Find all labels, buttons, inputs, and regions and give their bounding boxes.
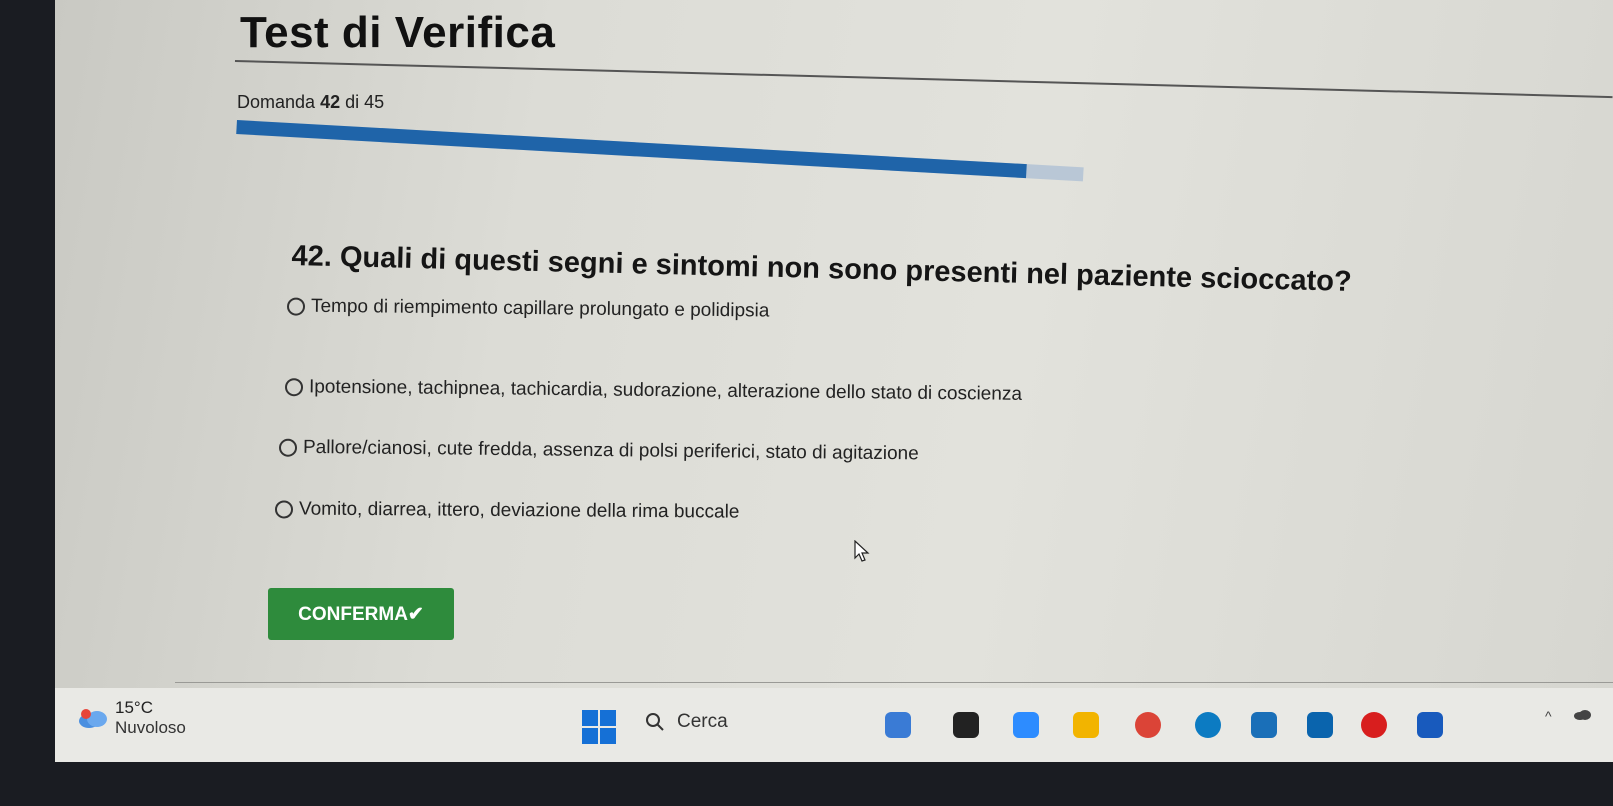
answer-option-2[interactable]: Ipotensione, tachipnea, tachicardia, sud… bbox=[284, 376, 1023, 406]
answer-option-4[interactable]: Vomito, diarrea, ittero, deviazione dell… bbox=[274, 498, 740, 523]
answer-option-label: Ipotensione, tachipnea, tachicardia, sud… bbox=[308, 376, 1023, 405]
screen: Test di Verifica Domanda 42 di 45 42. Qu… bbox=[55, 0, 1613, 762]
question-counter: Domanda 42 di 45 bbox=[237, 92, 384, 113]
weather-widget[interactable]: 15°C Nuvoloso bbox=[77, 698, 186, 738]
question-text: 42. Quali di questi segni e sintomi non … bbox=[291, 240, 1353, 298]
header-divider bbox=[234, 60, 1613, 99]
counter-total: 45 bbox=[364, 92, 385, 112]
radio-button[interactable] bbox=[286, 297, 306, 316]
answer-option-label: Tempo di riempimento capillare prolungat… bbox=[310, 295, 770, 322]
acrobat-icon[interactable] bbox=[1361, 712, 1387, 738]
taskbar: 15°C Nuvoloso Cerca ^ bbox=[55, 688, 1613, 762]
word-icon[interactable] bbox=[1417, 712, 1443, 738]
weather-condition: Nuvoloso bbox=[115, 718, 186, 737]
chrome-icon[interactable] bbox=[1135, 712, 1161, 738]
counter-prefix: Domanda bbox=[237, 92, 316, 112]
taskbar-search-box[interactable]: Cerca bbox=[633, 704, 865, 740]
counter-current: 42 bbox=[320, 92, 341, 112]
file-explorer-icon[interactable] bbox=[1073, 712, 1099, 738]
answer-option-label: Pallore/cianosi, cute fredda, assenza di… bbox=[302, 436, 919, 465]
answer-option-label: Vomito, diarrea, ittero, deviazione dell… bbox=[298, 498, 740, 523]
radio-button[interactable] bbox=[274, 500, 294, 519]
outlook-icon[interactable] bbox=[1307, 712, 1333, 738]
copilot-icon[interactable] bbox=[885, 712, 911, 738]
counter-middle: di bbox=[345, 92, 360, 112]
zoom-icon[interactable] bbox=[1013, 712, 1039, 738]
confirm-button[interactable]: CONFERMA✔ bbox=[268, 588, 454, 640]
answer-option-3[interactable]: Pallore/cianosi, cute fredda, assenza di… bbox=[278, 436, 919, 466]
content-divider bbox=[175, 682, 1613, 683]
radio-button[interactable] bbox=[278, 438, 298, 457]
edge-icon[interactable] bbox=[1195, 712, 1221, 738]
weather-temperature: 15°C bbox=[115, 698, 153, 717]
task-view-icon[interactable] bbox=[953, 712, 979, 738]
windows-start-icon[interactable] bbox=[582, 710, 616, 744]
progress-fill bbox=[236, 120, 1028, 179]
store-icon[interactable] bbox=[1251, 712, 1277, 738]
radio-button[interactable] bbox=[284, 378, 304, 397]
cloud-icon bbox=[79, 709, 107, 728]
onedrive-cloud-icon[interactable] bbox=[1573, 708, 1591, 720]
quiz-title: Test di Verifica bbox=[240, 8, 556, 57]
progress-bar bbox=[236, 120, 1084, 182]
chevron-up-icon[interactable]: ^ bbox=[1545, 708, 1552, 724]
search-icon bbox=[646, 713, 664, 731]
answer-option-1[interactable]: Tempo di riempimento capillare prolungat… bbox=[286, 295, 770, 322]
mouse-cursor-icon bbox=[854, 540, 870, 562]
weather-text: 15°C Nuvoloso bbox=[115, 698, 186, 738]
search-placeholder: Cerca bbox=[677, 711, 728, 732]
